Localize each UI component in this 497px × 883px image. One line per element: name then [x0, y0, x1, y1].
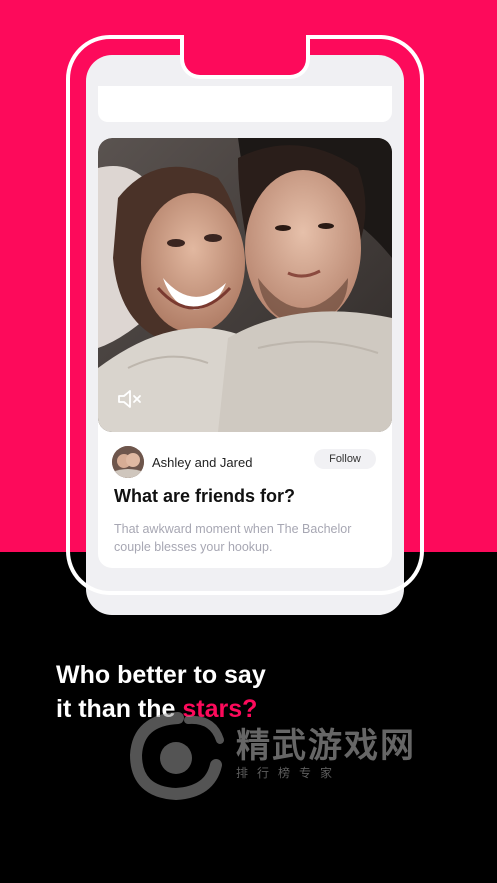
- speaker-muted-icon[interactable]: [116, 388, 144, 410]
- watermark: 精武游戏网 排行榜专家: [128, 710, 468, 801]
- follow-button[interactable]: Follow: [314, 449, 376, 469]
- tagline-line-1: Who better to say: [56, 661, 266, 689]
- watermark-logo-icon: [129, 712, 224, 801]
- watermark-subtitle: 排行榜专家: [236, 766, 342, 780]
- avatar[interactable]: [112, 446, 144, 478]
- author-name[interactable]: Ashley and Jared: [152, 455, 252, 470]
- story-card[interactable]: Ashley and Jared Follow What are friends…: [98, 138, 392, 568]
- watermark-title: 精武游戏网: [236, 727, 416, 765]
- previous-card: [98, 86, 392, 122]
- story-video[interactable]: [98, 138, 392, 432]
- story-description: That awkward moment when The Bachelor co…: [114, 522, 352, 554]
- author-row[interactable]: Ashley and Jared: [112, 446, 252, 478]
- phone-notch: [180, 35, 310, 79]
- story-title: What are friends for?: [114, 486, 296, 506]
